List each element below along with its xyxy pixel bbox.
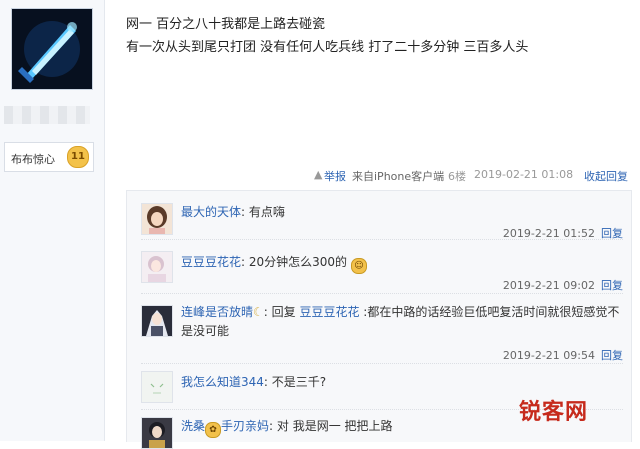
comment-user-suffix[interactable]: 手刃亲妈 bbox=[221, 419, 269, 433]
post-time: 2019-02-21 01:08 bbox=[474, 168, 574, 181]
comment-user[interactable]: 最大的天体 bbox=[181, 205, 241, 219]
reply-to-user[interactable]: 豆豆豆花花 bbox=[299, 305, 359, 319]
avatar[interactable] bbox=[141, 417, 173, 449]
post-source[interactable]: 来自iPhone客户端 bbox=[352, 168, 444, 184]
reply-button[interactable]: 回复 bbox=[601, 279, 623, 292]
badge-icon: ✿ bbox=[205, 422, 222, 438]
default-avatar-icon bbox=[142, 372, 172, 402]
comment-user[interactable]: 豆豆豆花花 bbox=[181, 255, 241, 269]
moon-icon: ☾ bbox=[253, 305, 264, 319]
watermark-logo: 锐客网 bbox=[515, 392, 633, 430]
comment-time: 2019-2-21 09:54 bbox=[502, 349, 595, 362]
avatar[interactable] bbox=[141, 203, 173, 235]
post-meta: ▲ 举报 来自iPhone客户端 6楼 2019-02-21 01:08 收起回… bbox=[310, 168, 630, 184]
comment-user[interactable]: 我怎么知道344 bbox=[181, 375, 264, 389]
warning-icon: ▲ bbox=[314, 168, 323, 181]
floor-number: 6楼 bbox=[448, 170, 466, 183]
avatar[interactable] bbox=[141, 251, 173, 283]
comment-text: 我怎么知道344: 不是三千? bbox=[181, 373, 623, 392]
comment-user[interactable]: 连峰是否放晴 bbox=[181, 305, 253, 319]
comment-reply-prefix: : 回复 bbox=[263, 305, 300, 319]
comment-user[interactable]: 洗桑 bbox=[181, 419, 205, 433]
level-badge: 11 bbox=[67, 146, 89, 168]
comment-meta: 2019-2-21 09:02 回复 bbox=[503, 277, 623, 293]
divider bbox=[141, 293, 623, 294]
divider bbox=[141, 363, 623, 364]
girl-avatar-icon bbox=[142, 252, 172, 282]
sword-icon bbox=[12, 9, 92, 89]
comment-time: 2019-2-21 09:02 bbox=[502, 279, 595, 292]
report-link[interactable]: 举报 bbox=[324, 168, 346, 184]
anime-avatar-icon bbox=[142, 418, 172, 448]
post-content-line-1: 网一 百分之八十我都是上路去碰瓷 bbox=[126, 17, 326, 32]
watermark-text: 锐客网 bbox=[519, 400, 589, 425]
comment-body: : 不是三千? bbox=[263, 375, 327, 389]
divider bbox=[141, 239, 623, 240]
comment-text: 豆豆豆花花: 20分钟怎么300的 ☺ bbox=[181, 253, 623, 274]
smiley-emoji-icon: ☺ bbox=[350, 258, 367, 274]
avatar[interactable] bbox=[141, 305, 173, 337]
post-content-line-2: 有一次从头到尾只打团 没有任何人吃兵线 打了二十多分钟 三百多人头 bbox=[126, 40, 529, 55]
comment-text: 连峰是否放晴☾: 回复 豆豆豆花花 :都在中路的话经验巨低吧复活时间就很短感觉不… bbox=[181, 303, 623, 341]
comment-body: : 对 我是网一 把把上路 bbox=[269, 419, 393, 433]
anime-avatar-icon bbox=[142, 306, 172, 336]
reply-button[interactable]: 回复 bbox=[601, 349, 623, 362]
comment-body: : 20分钟怎么300的 bbox=[241, 255, 348, 269]
girl-avatar-icon bbox=[142, 204, 172, 234]
level-title: 布布惊心 bbox=[11, 153, 55, 166]
author-name-blurred[interactable] bbox=[4, 106, 90, 124]
collapse-reply-button[interactable]: 收起回复 bbox=[584, 168, 628, 184]
author-avatar[interactable] bbox=[11, 8, 93, 90]
author-sidebar: 布布惊心 11 bbox=[0, 0, 105, 441]
comment-meta: 2019-2-21 09:54 回复 bbox=[503, 347, 623, 363]
comment-body: : 有点嗨 bbox=[241, 205, 285, 219]
comment-text: 最大的天体: 有点嗨 bbox=[181, 203, 623, 222]
author-level: 布布惊心 11 bbox=[4, 142, 94, 172]
avatar[interactable] bbox=[141, 371, 173, 403]
